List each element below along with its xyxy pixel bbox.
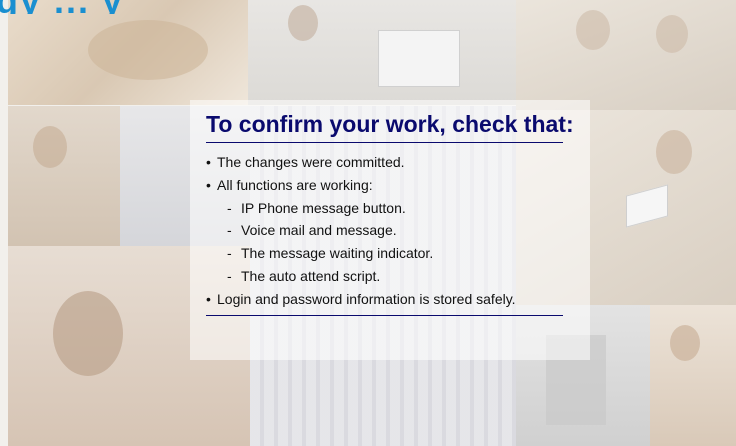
top-banner-title: gy ... y (0, 0, 736, 14)
bullet-marker: • (206, 154, 211, 170)
list-item: - IP Phone message button. (206, 197, 566, 220)
photo-person-computer (248, 0, 516, 105)
list-item: • All functions are working: (206, 174, 566, 197)
dash-marker: - (227, 245, 232, 262)
list-item: - The auto attend script. (206, 265, 566, 288)
list-item: • Login and password information is store… (206, 288, 566, 311)
list-item-text: IP Phone message button. (241, 199, 406, 216)
list-item-text: The changes were committed. (217, 154, 405, 170)
list-item-text: Voice mail and message. (241, 222, 397, 239)
list-item-text: Login and password information is stored… (217, 290, 516, 307)
bullet-list: • The changes were committed. • All functio… (206, 151, 566, 311)
photo-meeting (516, 0, 736, 110)
photo-handshake (8, 0, 248, 105)
bullet-marker: • (206, 290, 211, 307)
bottom-divider (206, 314, 563, 316)
slide-content: To confirm your work, check that: • The c… (206, 108, 574, 316)
dash-marker: - (227, 199, 232, 216)
photo-woman-desk (650, 305, 736, 446)
photo-office-left (8, 106, 120, 246)
list-item: - Voice mail and message. (206, 219, 566, 242)
slide-heading: To confirm your work, check that: (206, 108, 574, 143)
list-item: • The changes were committed. (206, 151, 566, 174)
list-item-text: The message waiting indicator. (241, 245, 434, 262)
banner-text: gy ... y (0, 0, 124, 14)
list-item: - The message waiting indicator. (206, 242, 566, 265)
list-item-text: All functions are working: (217, 176, 373, 193)
list-item-text: The auto attend script. (241, 267, 381, 284)
bullet-marker: • (206, 176, 211, 193)
dash-marker: - (227, 222, 232, 239)
dash-marker: - (227, 267, 232, 284)
